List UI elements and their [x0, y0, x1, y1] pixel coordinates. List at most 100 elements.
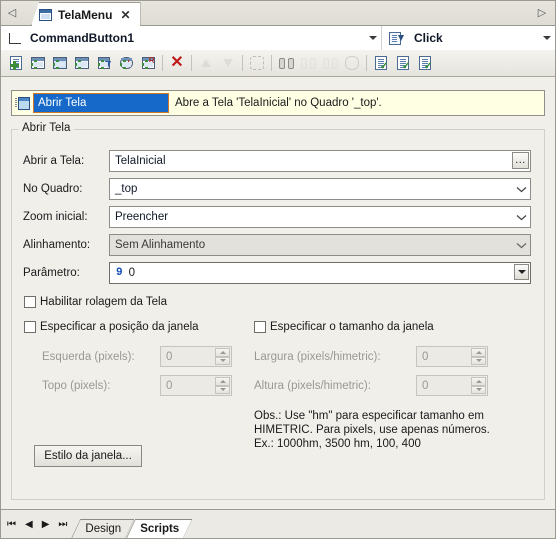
event-combo[interactable]: Click — [382, 26, 555, 50]
object-combo-arrow[interactable] — [365, 26, 381, 50]
checkbox-box[interactable] — [254, 321, 266, 333]
action-list-row[interactable]: Abrir Tela Abre a Tela 'TelaInicial' no … — [12, 93, 544, 113]
field-label-alinhamento: Alinhamento: — [23, 239, 91, 251]
spinner-up-button[interactable] — [215, 348, 230, 357]
replace-icon[interactable] — [341, 52, 363, 74]
alignment-select[interactable]: Sem Alinhamento — [109, 234, 531, 256]
object-combo-value: CommandButton1 — [30, 31, 134, 45]
new-screen-icon[interactable] — [27, 52, 49, 74]
tab-scripts-label: Scripts — [140, 523, 180, 535]
spinner-label-altura: Altura (pixels/himetric): — [254, 379, 371, 392]
tab-scroll-left-icon[interactable]: ◁ — [5, 5, 19, 21]
field-row-parametro: Parâmetro: 9 0 — [23, 262, 531, 284]
verify-all-icon[interactable]: ✓ — [414, 52, 436, 74]
event-procedure-icon — [389, 31, 404, 45]
spinner-down-button[interactable] — [471, 385, 486, 394]
spinner-up-button[interactable] — [215, 377, 230, 386]
field-label-parametro: Parâmetro: — [23, 267, 80, 279]
client-area: Abrir Tela Abre a Tela 'TelaInicial' no … — [1, 77, 555, 510]
spinner-up-button[interactable] — [471, 377, 486, 386]
spinner-topo[interactable]: 0 — [160, 375, 232, 396]
field-row-alinhamento: Alinhamento: Sem Alinhamento — [23, 234, 531, 256]
spinner-label-largura: Largura (pixels/himetric): — [254, 350, 381, 363]
validate-script-icon[interactable]: ✓ — [370, 52, 392, 74]
chevron-down-icon[interactable] — [512, 242, 530, 249]
spinner-down-button[interactable] — [471, 356, 486, 365]
parameter-value: 0 — [128, 267, 136, 279]
screen-name-input[interactable]: TelaInicial — [109, 150, 531, 172]
new-image-icon[interactable] — [49, 52, 71, 74]
parameter-index: 9 — [116, 267, 123, 279]
compile-script-icon[interactable]: ✓ — [392, 52, 414, 74]
chevron-down-icon[interactable] — [512, 186, 530, 193]
tab-scripts[interactable]: Scripts — [126, 519, 192, 538]
checkbox-box[interactable] — [24, 296, 36, 308]
action-list[interactable]: Abrir Tela Abre a Tela 'TelaInicial' no … — [11, 90, 545, 116]
find-prev-icon[interactable] — [319, 52, 341, 74]
spinner-down-button[interactable] — [215, 356, 230, 365]
window-icon — [39, 8, 52, 21]
checkbox-label: Especificar a posição da janela — [40, 321, 199, 333]
close-icon[interactable]: ✕ — [120, 8, 130, 22]
browse-screen-button[interactable]: … — [512, 152, 529, 169]
window-style-button[interactable]: Estilo da janela... — [34, 445, 142, 467]
spinner-row-largura: Largura (pixels/himetric): 0 — [254, 346, 514, 367]
object-combo[interactable]: CommandButton1 — [1, 26, 382, 50]
parameter-dropdown-button[interactable] — [514, 264, 529, 280]
alignment-select-value: Sem Alinhamento — [115, 239, 206, 251]
spinner-up-button[interactable] — [471, 348, 486, 357]
spinner-value: 0 — [422, 350, 429, 363]
frame-select[interactable]: _top — [109, 178, 531, 200]
spinner-value: 0 — [166, 350, 173, 363]
script-toolbar: I R ✕ ✓ ✓ ✓ — [1, 50, 555, 77]
parameter-input[interactable]: 9 0 — [109, 262, 531, 284]
spinner-row-topo: Topo (pixels): 0 — [42, 375, 242, 396]
spinner-label-topo: Topo (pixels): — [42, 379, 111, 392]
toolbar-separator — [363, 54, 370, 72]
toolbar-separator — [239, 54, 246, 72]
toolbar-separator — [188, 54, 195, 72]
move-up-icon[interactable] — [195, 52, 217, 74]
frame-select-value: _top — [115, 183, 138, 195]
document-tab-telamenu[interactable]: TelaMenu ✕ — [31, 2, 141, 26]
new-object-icon[interactable] — [71, 52, 93, 74]
checkbox-box[interactable] — [24, 321, 36, 333]
nav-prev-icon[interactable]: ◀ — [25, 520, 33, 530]
move-down-icon[interactable] — [217, 52, 239, 74]
open-screen-group: Abrir Tela Abrir a Tela: TelaInicial … N… — [11, 122, 545, 500]
toolbar-separator — [268, 54, 275, 72]
chevron-down-icon[interactable] — [512, 214, 530, 221]
event-combo-arrow[interactable] — [539, 26, 555, 50]
checkbox-habilitar-rolagem[interactable]: Habilitar rolagem da Tela — [24, 296, 167, 308]
checkbox-especificar-posicao[interactable]: Especificar a posição da janela — [24, 321, 199, 333]
nav-next-icon[interactable]: ▶ — [42, 520, 50, 530]
spinner-row-esquerda: Esquerda (pixels): 0 — [42, 346, 242, 367]
refresh-params-icon[interactable]: I — [115, 52, 137, 74]
field-label-zoom-inicial: Zoom inicial: — [23, 211, 88, 223]
checkbox-especificar-tamanho[interactable]: Especificar o tamanho da janela — [254, 321, 434, 333]
find-icon[interactable] — [275, 52, 297, 74]
spinner-esquerda[interactable]: 0 — [160, 346, 232, 367]
link-icon[interactable] — [246, 52, 268, 74]
find-next-icon[interactable] — [297, 52, 319, 74]
open-screen-icon — [15, 96, 30, 110]
document-tab-label: TelaMenu — [58, 7, 113, 22]
tab-design[interactable]: Design — [71, 519, 134, 538]
spinner-down-button[interactable] — [215, 385, 230, 394]
tab-scroll-right-icon[interactable]: ▷ — [535, 5, 549, 21]
nav-last-icon[interactable]: ⏭ — [58, 520, 67, 530]
zoom-select[interactable]: Preencher — [109, 206, 531, 228]
tab-design-label: Design — [85, 523, 122, 535]
delete-icon[interactable]: ✕ — [166, 52, 188, 74]
spinner-altura[interactable]: 0 — [416, 375, 488, 396]
control-corner-icon — [8, 32, 22, 44]
import-icon[interactable] — [93, 52, 115, 74]
spinner-largura[interactable]: 0 — [416, 346, 488, 367]
action-description: Abre a Tela 'TelaInicial' no Quadro '_to… — [175, 97, 382, 109]
new-report-icon[interactable]: R — [137, 52, 159, 74]
nav-first-icon[interactable]: ⏮ — [7, 520, 16, 530]
new-script-icon[interactable] — [5, 52, 27, 74]
bottom-tab-bar: ⏮ ◀ ▶ ⏭ Design Scripts — [1, 509, 555, 538]
action-name[interactable]: Abrir Tela — [33, 93, 169, 113]
document-tab-strip: ◁ TelaMenu ✕ ▷ — [1, 1, 555, 26]
